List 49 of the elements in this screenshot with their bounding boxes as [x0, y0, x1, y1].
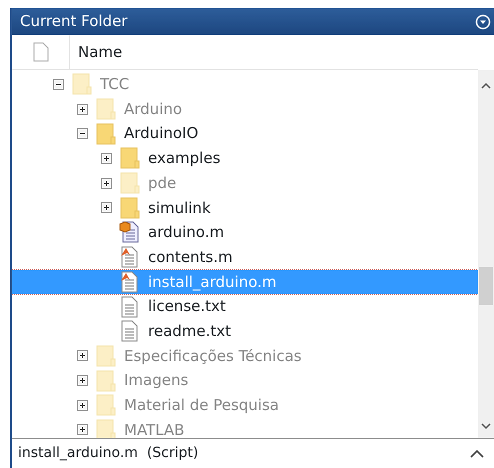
folder-icon — [120, 147, 140, 170]
scrollbar[interactable] — [478, 70, 494, 438]
panel-title: Current Folder — [20, 11, 128, 32]
expand-icon[interactable] — [100, 152, 112, 164]
class-file-icon — [119, 221, 141, 244]
tree-item[interactable]: readme.txt — [12, 318, 478, 344]
dropdown-icon[interactable] — [475, 14, 491, 30]
tree-item[interactable]: examples — [12, 146, 478, 171]
collapse-icon[interactable] — [76, 128, 88, 140]
status-text: install_arduino.m (Script) — [18, 444, 198, 463]
folder-icon — [96, 394, 116, 416]
folder-icon — [96, 122, 116, 145]
text-file-icon — [120, 296, 140, 318]
folder-icon — [96, 344, 116, 367]
folder-icon — [120, 172, 140, 194]
scroll-thumb[interactable] — [479, 267, 493, 305]
script-file-icon — [120, 270, 140, 293]
folder-icon — [96, 418, 116, 438]
tree-item[interactable]: license.txt — [12, 294, 478, 319]
expand-icon[interactable] — [76, 375, 88, 386]
file-icon — [32, 42, 48, 62]
caret-icon[interactable] — [470, 449, 484, 458]
collapse-icon[interactable] — [52, 78, 64, 90]
column-header[interactable]: Name — [70, 35, 122, 69]
tree-item[interactable]: contents.m — [12, 244, 478, 270]
text-file-icon — [120, 320, 140, 342]
tree-item[interactable]: Imagens — [12, 368, 478, 393]
scroll-down-icon[interactable] — [481, 423, 491, 430]
expand-icon[interactable] — [76, 424, 88, 436]
expand-icon[interactable] — [100, 202, 112, 214]
tree-item[interactable]: Material de Pesquisa — [12, 392, 478, 418]
tree-item[interactable]: MATLAB — [12, 418, 478, 438]
tree-item[interactable]: Especificações Técnicas — [12, 344, 478, 368]
folder-icon — [96, 370, 116, 392]
scroll-up-icon[interactable] — [481, 82, 491, 89]
folder-icon — [120, 196, 140, 219]
tree-item[interactable]: pde — [12, 170, 478, 196]
expand-icon[interactable] — [100, 178, 112, 189]
tree-item[interactable]: Arduino — [12, 96, 478, 122]
expand-icon[interactable] — [76, 104, 88, 115]
folder-icon — [96, 98, 116, 120]
tree-item[interactable]: simulink — [12, 195, 478, 220]
tree-item[interactable]: arduino.m — [12, 220, 478, 245]
script-file-icon — [120, 246, 140, 268]
expand-icon[interactable] — [76, 400, 88, 411]
folder-icon — [72, 73, 92, 96]
tree-item[interactable]: TCC — [12, 72, 478, 97]
expand-icon[interactable] — [76, 350, 88, 362]
tree-item[interactable]: ArduinoIO — [12, 121, 478, 146]
